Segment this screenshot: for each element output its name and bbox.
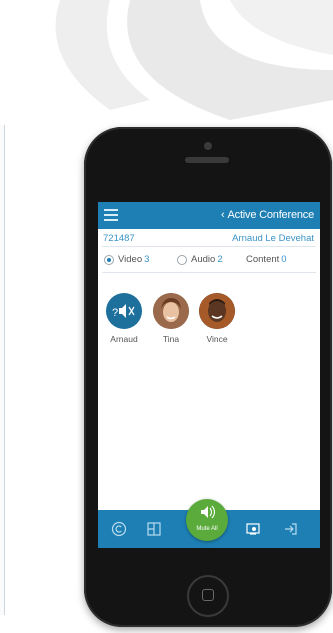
- participant-name: Vince: [206, 334, 228, 344]
- tab-video-count: 3: [144, 254, 150, 265]
- chevron-left-icon: ‹: [221, 209, 225, 221]
- conference-id: 721487: [103, 233, 135, 244]
- media-tabs: Video 3 Audio 2 Content 0: [98, 252, 320, 268]
- back-button[interactable]: ‹ Active Conference: [221, 209, 314, 221]
- share-screen-icon[interactable]: [245, 521, 261, 537]
- participant-name: Tina: [162, 334, 180, 344]
- participant-tina[interactable]: Tina: [149, 293, 193, 344]
- avatar: [199, 293, 235, 329]
- tab-audio-label: Audio: [191, 254, 216, 265]
- home-square-icon: [202, 589, 214, 601]
- participant-arnaud[interactable]: ? Arnaud: [102, 293, 146, 344]
- radio-audio[interactable]: [177, 254, 187, 265]
- tab-audio[interactable]: Audio 2: [177, 254, 223, 265]
- speaker-icon: [201, 505, 216, 519]
- tab-video-label: Video: [118, 254, 143, 265]
- app-screen: ‹ Active Conference 721487 Arnaud Le Deve…: [98, 202, 320, 548]
- tab-content-label: Content: [246, 254, 280, 265]
- divider: [102, 272, 316, 273]
- hamburger-menu-icon[interactable]: [104, 209, 118, 221]
- participant-vince[interactable]: Vince: [195, 293, 239, 344]
- participant-name: Arnaud: [110, 334, 138, 344]
- phone-camera: [204, 142, 212, 150]
- layout-grid-icon[interactable]: [146, 521, 162, 537]
- mute-all-button[interactable]: Mute All: [186, 499, 228, 541]
- home-button[interactable]: [187, 575, 229, 617]
- avatar: [153, 293, 189, 329]
- page-title: Active Conference: [227, 209, 315, 221]
- phone-frame: ‹ Active Conference 721487 Arnaud Le Deve…: [84, 127, 332, 627]
- muted-speaker-icon: ?: [106, 293, 142, 329]
- background-logo-arcs: [55, 0, 333, 120]
- conference-info: 721487 Arnaud Le Devehat: [98, 230, 320, 246]
- mute-all-label: Mute All: [196, 526, 218, 532]
- tab-video[interactable]: Video 3: [104, 254, 149, 265]
- copyright-icon[interactable]: [111, 521, 127, 537]
- left-panel-edge: [0, 125, 5, 615]
- svg-text:?: ?: [112, 307, 118, 319]
- exit-icon[interactable]: [283, 521, 299, 537]
- phone-speaker: [185, 157, 229, 163]
- tab-content-count: 0: [281, 254, 287, 265]
- tab-audio-count: 2: [217, 254, 223, 265]
- tab-content[interactable]: Content 0: [246, 254, 287, 265]
- presenter-name: Arnaud Le Devehat: [232, 233, 314, 244]
- radio-video[interactable]: [104, 254, 114, 265]
- divider: [102, 246, 316, 247]
- top-bar: ‹ Active Conference: [98, 202, 320, 229]
